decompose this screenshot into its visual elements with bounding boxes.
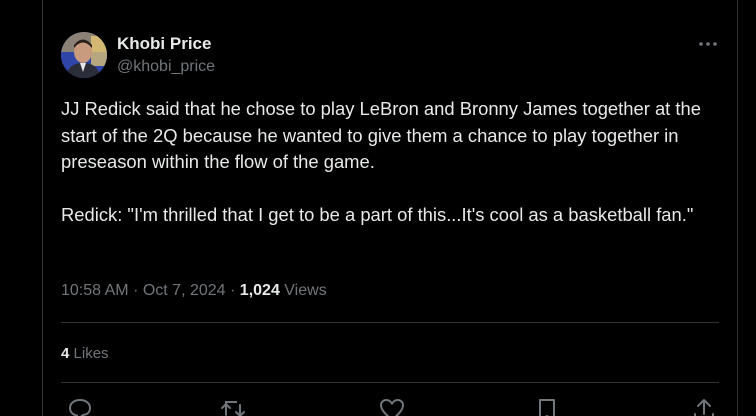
tweet-date[interactable]: Oct 7, 2024: [143, 282, 226, 299]
likes-count: 4: [61, 345, 70, 362]
tweet-time[interactable]: 10:58 AM: [61, 282, 129, 299]
divider: [61, 382, 719, 383]
more-options-button[interactable]: [694, 32, 722, 56]
avatar-image: [61, 32, 107, 78]
like-button[interactable]: [378, 396, 406, 416]
column-border-left: [42, 0, 43, 416]
views-label: Views: [284, 282, 327, 299]
tweet-paragraph: JJ Redick said that he chose to play LeB…: [61, 98, 701, 172]
author-name[interactable]: Khobi Price: [117, 34, 211, 54]
meta-separator: ·: [133, 282, 139, 299]
bookmark-icon: [539, 399, 555, 416]
reply-icon: [68, 398, 92, 416]
share-button[interactable]: [690, 396, 718, 416]
avatar[interactable]: [61, 32, 107, 78]
divider: [61, 322, 719, 323]
retweet-icon: [221, 401, 245, 416]
bookmark-button[interactable]: [533, 396, 561, 416]
retweet-button[interactable]: [219, 396, 247, 416]
share-icon: [694, 399, 714, 416]
meta-separator: ·: [230, 282, 236, 299]
heart-icon: [379, 398, 405, 416]
tweet-meta: 10:58 AM · Oct 7, 2024 · 1,024 Views: [61, 282, 327, 300]
column-border-right: [737, 0, 738, 416]
more-horizontal-icon: [699, 42, 717, 46]
tweet-text: JJ Redick said that he chose to play LeB…: [61, 96, 723, 229]
likes-link[interactable]: 4 Likes: [61, 345, 109, 362]
reply-button[interactable]: [66, 396, 94, 416]
views-count: 1,024: [239, 282, 280, 299]
likes-label: Likes: [73, 345, 109, 362]
tweet-paragraph: Redick: "I'm thrilled that I get to be a…: [61, 204, 694, 225]
author-handle[interactable]: @khobi_price: [117, 58, 215, 76]
